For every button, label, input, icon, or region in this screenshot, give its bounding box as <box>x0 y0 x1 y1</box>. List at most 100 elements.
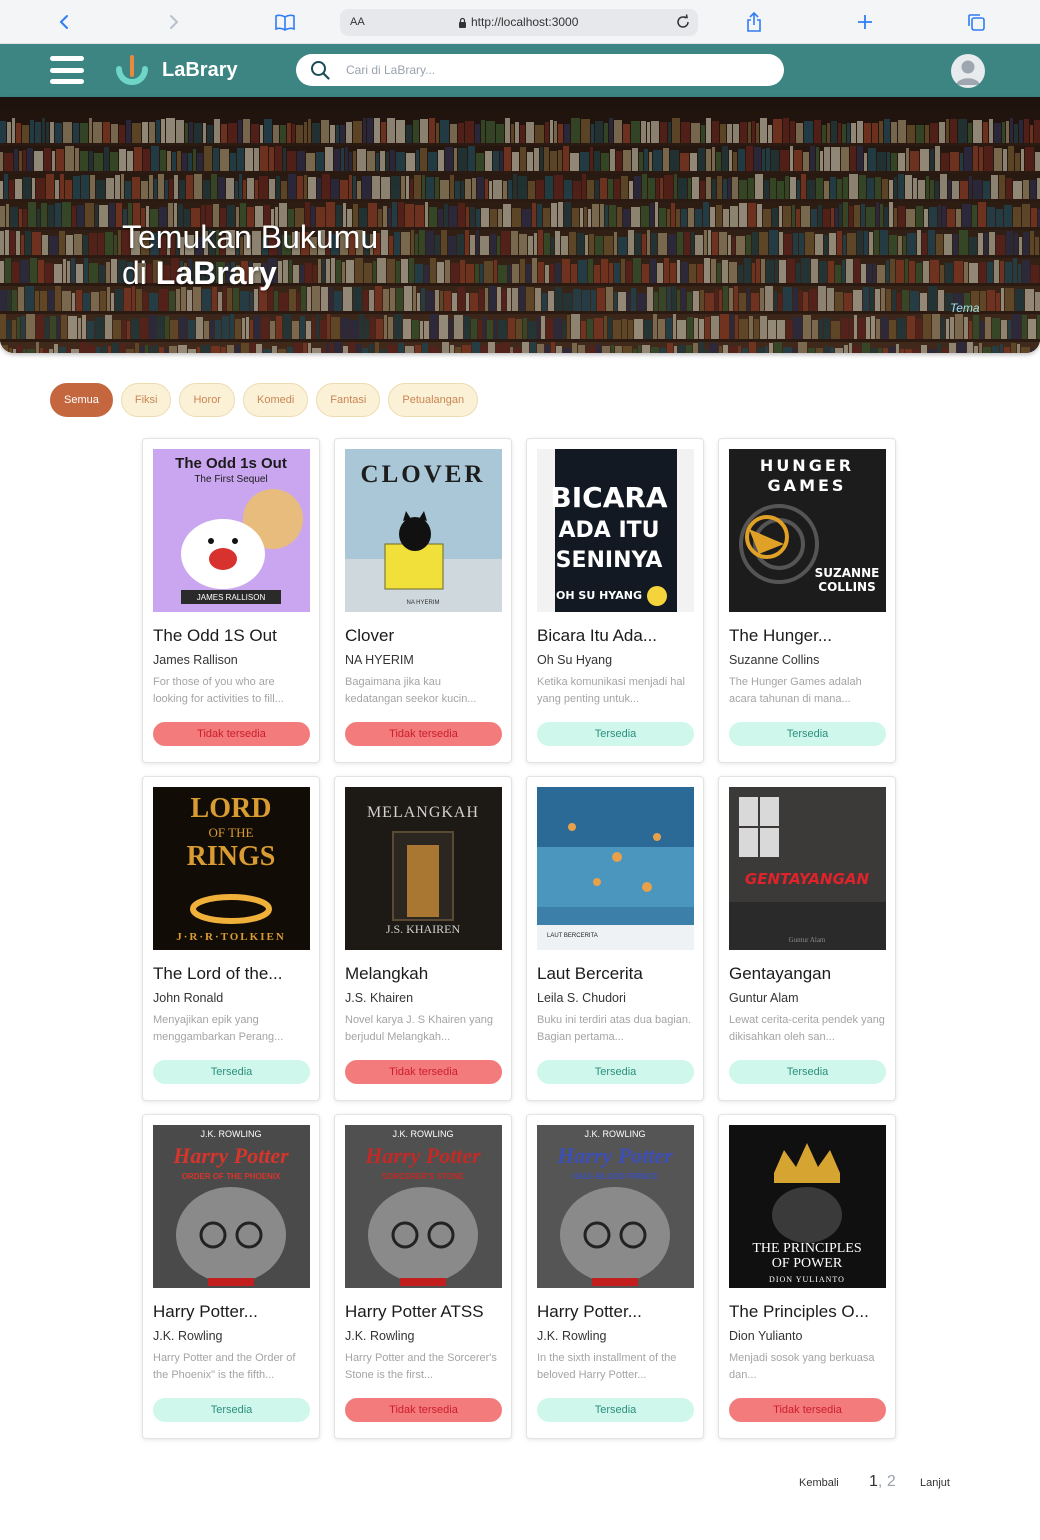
search-bar[interactable] <box>296 54 784 86</box>
book-cover[interactable]: HUNGER GAMES SUZANNE COLLINS <box>729 449 886 612</box>
search-input[interactable] <box>346 59 766 81</box>
user-avatar-icon[interactable] <box>951 54 985 88</box>
book-card[interactable]: J.K. ROWLING Harry Potter SORCERER'S STONE… <box>334 1114 512 1439</box>
svg-text:J.K. ROWLING: J.K. ROWLING <box>392 1129 453 1139</box>
book-card[interactable]: J.K. ROWLING Harry Potter ORDER OF THE PHO… <box>142 1114 320 1439</box>
book-title[interactable]: The Odd 1S Out <box>153 626 309 646</box>
availability-badge: Tersedia <box>537 1060 694 1084</box>
book-title[interactable]: Gentayangan <box>729 964 885 984</box>
category-chip[interactable]: Petualangan <box>388 383 479 417</box>
book-title[interactable]: Bicara Itu Ada... <box>537 626 693 646</box>
bookmarks-icon[interactable] <box>273 10 297 34</box>
book-author: James Rallison <box>153 653 238 667</box>
svg-text:RINGS: RINGS <box>187 841 276 872</box>
book-author: Oh Su Hyang <box>537 653 613 667</box>
svg-text:DION YULIANTO: DION YULIANTO <box>769 1275 845 1284</box>
book-card[interactable]: The Odd 1s Out The First Sequel JAMES RALL… <box>142 438 320 763</box>
category-chip[interactable]: Fantasi <box>316 383 381 417</box>
book-card[interactable]: THE PRINCIPLES OF POWER DION YULIANTO The P… <box>718 1114 896 1439</box>
book-card[interactable]: GENTAYANGAN Guntur Alam Gentayangan Guntur … <box>718 776 896 1101</box>
category-chip[interactable]: Fiksi <box>120 383 172 417</box>
book-card[interactable]: LORD OF THE RINGS J·R·R·TOLKIEN The Lord of … <box>142 776 320 1101</box>
book-description: Buku ini terdiri atas dua bagian. Bagian… <box>537 1014 692 1043</box>
clover-cover: CLOVER NA HYERIM <box>345 449 502 612</box>
book-author: J.S. Khairen <box>345 991 414 1005</box>
availability-badge: Tersedia <box>729 722 886 746</box>
category-filter: Semua Fiksi Horor Komedi Fantasi Petualangan <box>50 383 479 417</box>
book-card[interactable]: MELANGKAH J.S. KHAIREN Melangkah J.S. Khair… <box>334 776 512 1101</box>
book-author: Guntur Alam <box>729 991 799 1005</box>
text-size-button[interactable]: AA <box>350 16 365 28</box>
book-cover[interactable]: BICARA ADA ITU SENINYA OH SU HYANG <box>537 449 694 612</box>
availability-badge: Tersedia <box>153 1398 310 1422</box>
svg-text:OF POWER: OF POWER <box>772 1256 843 1271</box>
book-cover[interactable]: CLOVER NA HYERIM <box>345 449 502 612</box>
svg-text:BICARA: BICARA <box>550 481 668 514</box>
book-cover[interactable]: LAUT BERCERITA <box>537 787 694 950</box>
book-card[interactable]: J.K. ROWLING Harry Potter HALF-BLOOD PRINC… <box>526 1114 704 1439</box>
svg-text:The Odd 1s Out: The Odd 1s Out <box>175 455 287 472</box>
svg-text:J.K. ROWLING: J.K. ROWLING <box>200 1129 261 1139</box>
book-cover[interactable]: J.K. ROWLING Harry Potter SORCERER'S STONE <box>345 1125 502 1288</box>
svg-text:COLLINS: COLLINS <box>818 580 875 594</box>
gentayangan-cover: GENTAYANGAN Guntur Alam <box>729 787 886 950</box>
pagination-pages: 1, 2 <box>869 1473 896 1491</box>
book-author: Suzanne Collins <box>729 653 820 667</box>
book-title[interactable]: The Lord of the... <box>153 964 309 984</box>
pagination-next-button[interactable]: Lanjut <box>920 1477 950 1489</box>
app-name[interactable]: LaBrary <box>162 59 238 82</box>
book-title[interactable]: Harry Potter ATSS <box>345 1302 501 1322</box>
svg-text:Guntur Alam: Guntur Alam <box>789 936 826 944</box>
book-title[interactable]: The Hunger... <box>729 626 885 646</box>
category-chip[interactable]: Komedi <box>242 383 309 417</box>
new-tab-icon[interactable] <box>853 10 877 34</box>
back-icon[interactable] <box>52 10 76 34</box>
svg-text:ORDER OF THE PHOENIX: ORDER OF THE PHOENIX <box>182 1172 281 1181</box>
address-bar[interactable]: AA http://localhost:3000 <box>340 9 698 36</box>
reload-icon[interactable] <box>674 13 692 31</box>
book-title[interactable]: Harry Potter... <box>153 1302 309 1322</box>
pagination-prev-button[interactable]: Kembali <box>799 1477 839 1489</box>
hp-prince-cover: J.K. ROWLING Harry Potter HALF-BLOOD PRINC… <box>537 1125 694 1288</box>
share-icon[interactable] <box>742 10 766 34</box>
page-1-link[interactable]: 1 <box>869 1473 878 1490</box>
book-card[interactable]: CLOVER NA HYERIM Clover NA HYERIM Bagaimana … <box>334 438 512 763</box>
book-description: Menyajikan epik yang menggambarkan Peran… <box>153 1014 284 1043</box>
book-description: In the sixth installment of the beloved … <box>537 1352 677 1381</box>
page-2-link[interactable]: 2 <box>887 1473 896 1490</box>
book-author: Leila S. Chudori <box>537 991 626 1005</box>
book-title[interactable]: Melangkah <box>345 964 501 984</box>
book-author: Dion Yulianto <box>729 1329 803 1343</box>
book-cover[interactable]: The Odd 1s Out The First Sequel JAMES RALL… <box>153 449 310 612</box>
book-title[interactable]: Laut Bercerita <box>537 964 693 984</box>
hero-image-tag: Tema <box>950 301 980 315</box>
menu-icon[interactable] <box>50 56 84 84</box>
svg-text:Harry Potter: Harry Potter <box>364 1143 481 1168</box>
book-author: J.K. Rowling <box>345 1329 415 1343</box>
browser-toolbar: AA http://localhost:3000 <box>0 0 1040 44</box>
melangkah-cover: MELANGKAH J.S. KHAIREN <box>345 787 502 950</box>
book-description: Harry Potter and the Order of the Phoeni… <box>153 1352 296 1381</box>
svg-text:OH SU HYANG: OH SU HYANG <box>556 589 642 602</box>
book-card[interactable]: BICARA ADA ITU SENINYA OH SU HYANG Bicara It… <box>526 438 704 763</box>
lotr-cover: LORDOF THERINGS J·R·R·TOLKIEN <box>153 787 310 950</box>
book-cover[interactable]: J.K. ROWLING Harry Potter ORDER OF THE PHO… <box>153 1125 310 1288</box>
book-card[interactable]: LAUT BERCERITA Laut Bercerita Leila S. Chu… <box>526 776 704 1101</box>
book-cover[interactable]: LORD OF THE RINGS J·R·R·TOLKIEN <box>153 787 310 950</box>
category-chip[interactable]: Semua <box>50 383 113 417</box>
search-icon[interactable] <box>310 60 330 80</box>
svg-text:The First Sequel: The First Sequel <box>194 474 267 485</box>
book-card[interactable]: HUNGER GAMES SUZANNE COLLINS The Hunger... Su… <box>718 438 896 763</box>
book-cover[interactable]: GENTAYANGAN Guntur Alam <box>729 787 886 950</box>
book-cover[interactable]: MELANGKAH J.S. KHAIREN <box>345 787 502 950</box>
availability-badge: Tidak tersedia <box>345 1398 502 1422</box>
tabs-icon[interactable] <box>964 10 988 34</box>
book-title[interactable]: The Principles O... <box>729 1302 885 1322</box>
book-cover[interactable]: THE PRINCIPLES OF POWER DION YULIANTO <box>729 1125 886 1288</box>
book-title[interactable]: Harry Potter... <box>537 1302 693 1322</box>
book-title[interactable]: Clover <box>345 626 501 646</box>
book-cover[interactable]: J.K. ROWLING Harry Potter HALF-BLOOD PRINC… <box>537 1125 694 1288</box>
category-chip[interactable]: Horor <box>179 383 235 417</box>
forward-icon[interactable] <box>162 10 186 34</box>
svg-text:J.S. KHAIREN: J.S. KHAIREN <box>386 922 461 936</box>
